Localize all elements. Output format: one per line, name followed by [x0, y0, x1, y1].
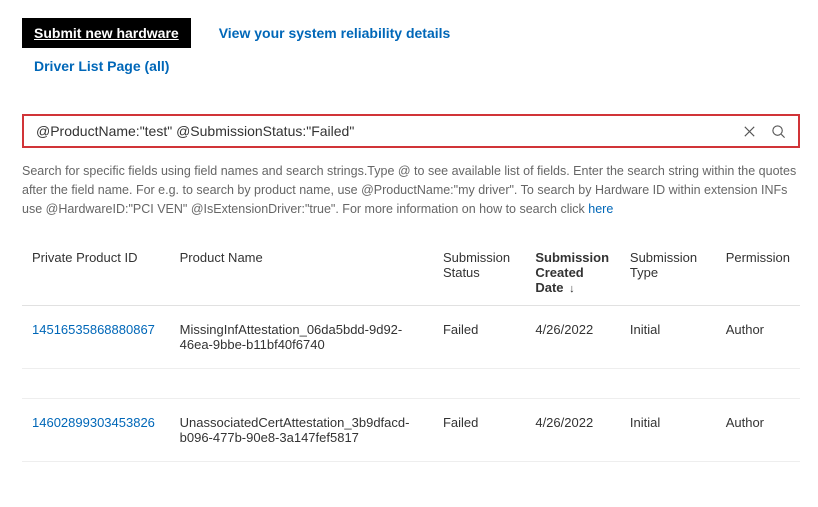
search-input[interactable]	[36, 123, 742, 139]
search-help-text: Search for specific fields using field n…	[22, 162, 800, 218]
header-private-product-id[interactable]: Private Product ID	[22, 244, 170, 306]
header-submission-type[interactable]: Submission Type	[620, 244, 716, 306]
results-table: Private Product ID Product Name Submissi…	[22, 244, 800, 462]
header-submission-created-date[interactable]: Submission Created Date ↓	[525, 244, 620, 306]
sort-descending-icon: ↓	[569, 283, 575, 295]
product-id-link[interactable]: 14602899303453826	[32, 415, 155, 430]
reliability-details-link[interactable]: View your system reliability details	[219, 25, 451, 41]
search-bar	[22, 114, 800, 148]
table-row-spacer	[22, 369, 800, 399]
product-name-cell: UnassociatedCertAttestation_3b9dfacd-b09…	[170, 399, 433, 462]
status-cell: Failed	[433, 306, 525, 369]
product-id-link[interactable]: 14516535868880867	[32, 322, 155, 337]
date-cell: 4/26/2022	[525, 399, 620, 462]
product-name-cell: MissingInfAttestation_06da5bdd-9d92-46ea…	[170, 306, 433, 369]
status-cell: Failed	[433, 399, 525, 462]
permission-cell: Author	[716, 399, 800, 462]
type-cell: Initial	[620, 306, 716, 369]
type-cell: Initial	[620, 399, 716, 462]
header-submission-status[interactable]: Submission Status	[433, 244, 525, 306]
header-product-name[interactable]: Product Name	[170, 244, 433, 306]
search-icon[interactable]	[771, 124, 786, 139]
header-permission[interactable]: Permission	[716, 244, 800, 306]
table-row: 14602899303453826 UnassociatedCertAttest…	[22, 399, 800, 462]
help-here-link[interactable]: here	[588, 202, 613, 216]
submit-new-hardware-button[interactable]: Submit new hardware	[22, 18, 191, 48]
table-row: 14516535868880867 MissingInfAttestation_…	[22, 306, 800, 369]
date-cell: 4/26/2022	[525, 306, 620, 369]
clear-icon[interactable]	[742, 124, 757, 139]
driver-list-page-link[interactable]: Driver List Page (all)	[34, 58, 169, 74]
permission-cell: Author	[716, 306, 800, 369]
